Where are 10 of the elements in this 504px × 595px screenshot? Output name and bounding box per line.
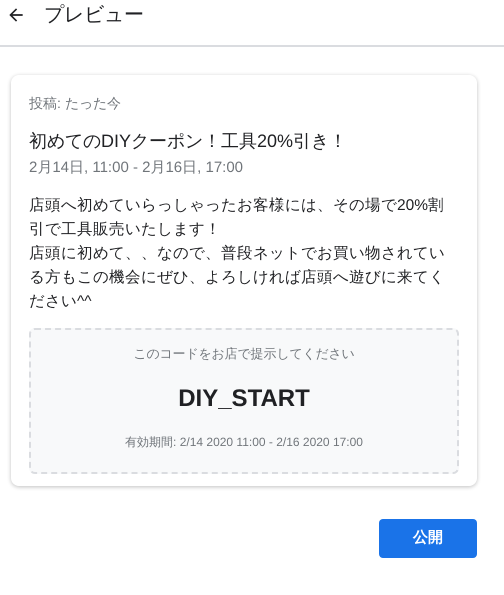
page-title: プレビュー: [44, 2, 144, 28]
post-paragraph: 店頭に初めて、、なので、普段ネットでお買い物されている方もこの機会にぜひ、よろしければ店頭へ遊びに来てください^^: [29, 244, 446, 312]
coupon-code: DIY_START: [178, 384, 310, 414]
publish-button[interactable]: 公開: [379, 518, 477, 558]
coupon-instruction: このコードをお店で提示してください: [134, 344, 354, 362]
coupon-validity: 有効期間: 2/14 2020 11:00 - 2/16 2020 17:00: [125, 434, 363, 451]
posted-time: 投稿: たった今: [29, 94, 122, 113]
post-paragraph: 店頭へ初めていらっしゃったお客様には、その場で20%割引で工具販売いたします！: [29, 196, 446, 240]
post-period: 2月14日, 11:00 - 2月16日, 17:00: [29, 158, 244, 178]
post-title: 初めてのDIYクーポン！工具20%引き！: [29, 130, 348, 153]
